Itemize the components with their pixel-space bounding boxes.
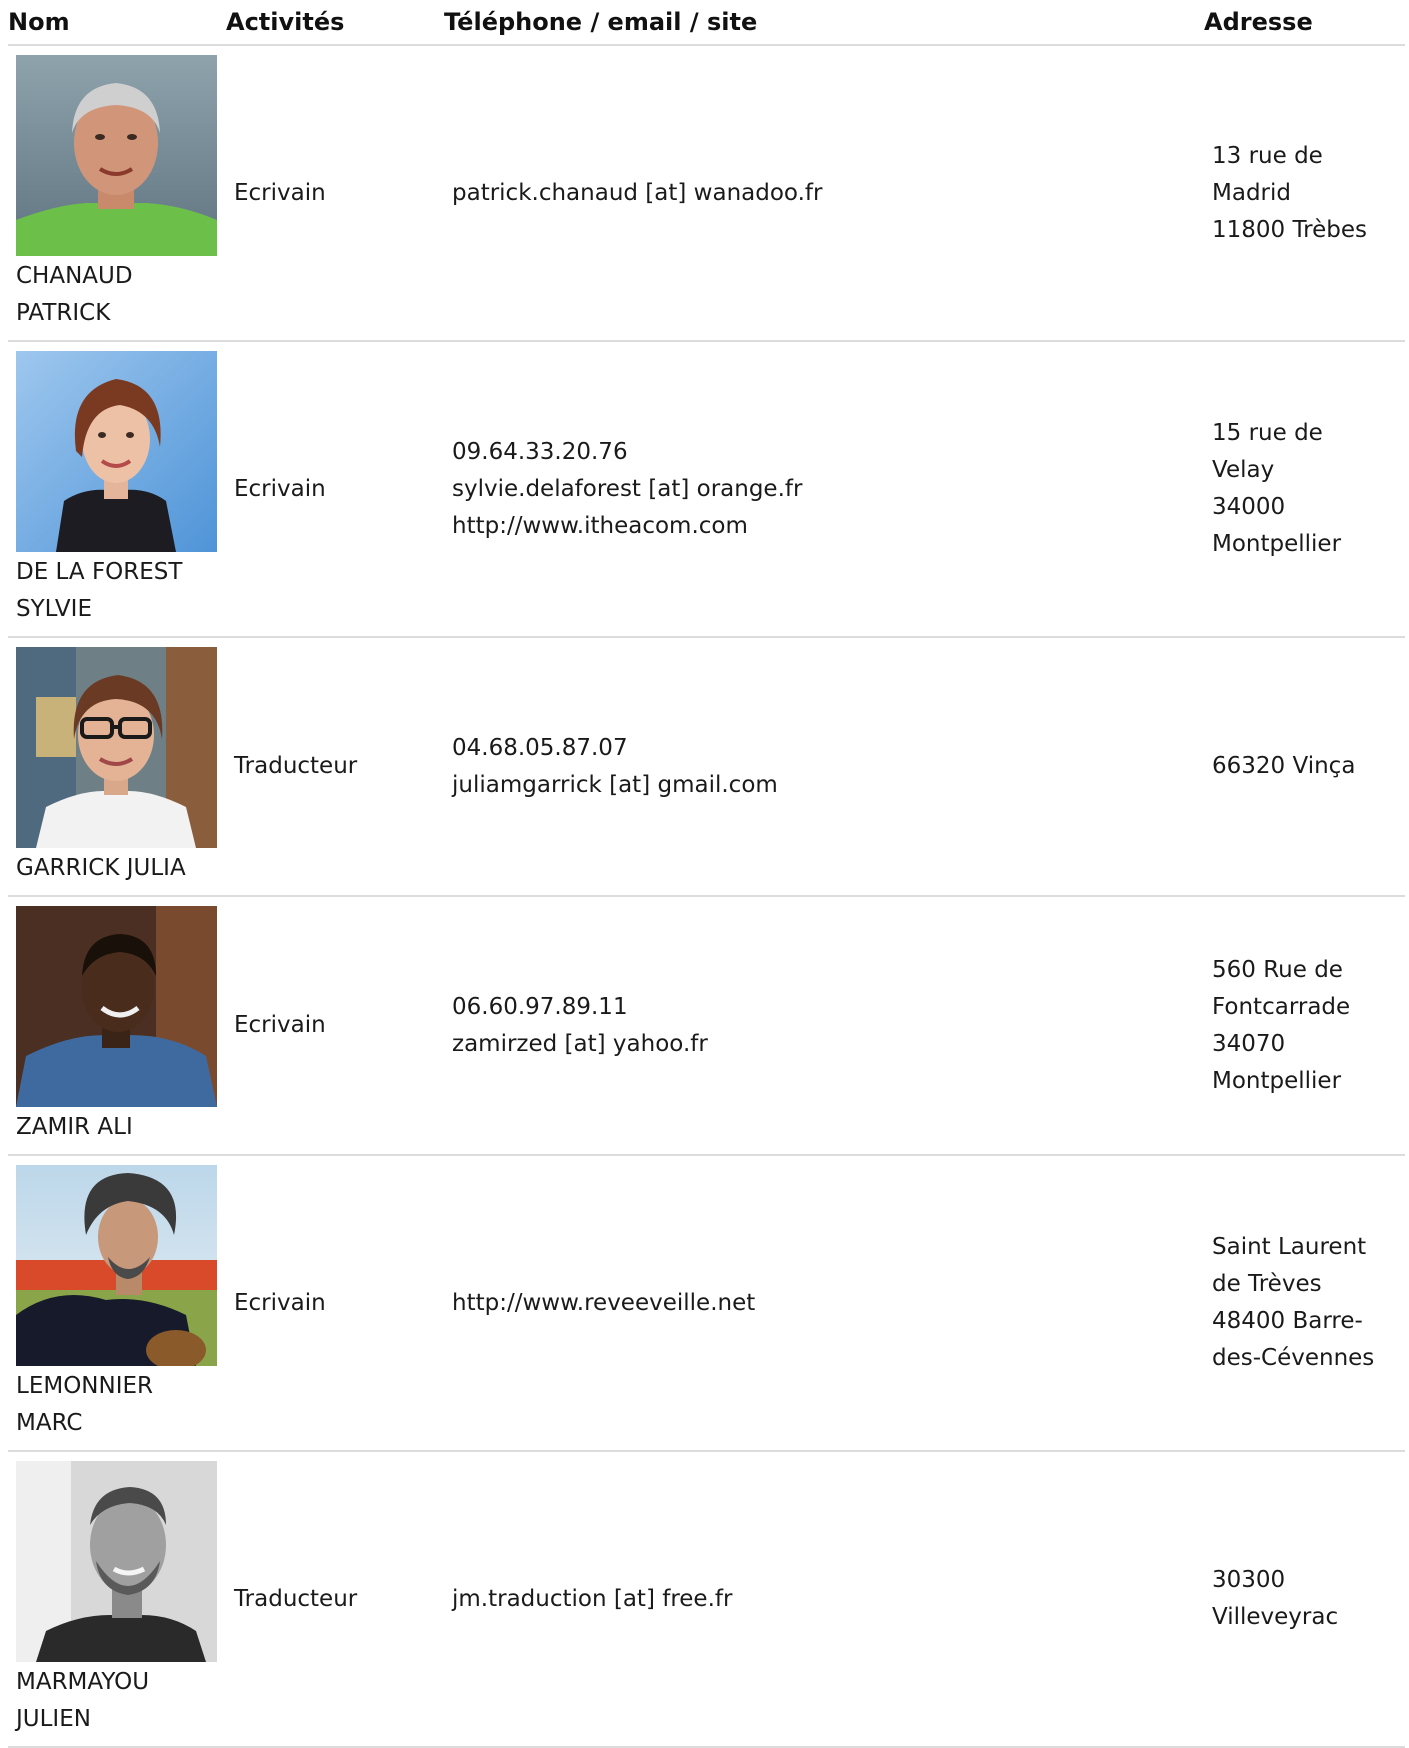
table-row: CHANAUD PATRICK Ecrivain patrick.chanaud… [8, 46, 1405, 342]
activity-cell: Ecrivain [226, 1156, 444, 1450]
address-cell: 15 rue de Velay 34000 Montpellier [1212, 420, 1342, 557]
activity-label: Traducteur [234, 1585, 358, 1612]
column-header-contact: Téléphone / email / site [444, 8, 758, 36]
address-cell: 30300 Villeveyrac [1212, 1567, 1339, 1630]
column-header-nom: Nom [8, 8, 70, 36]
member-photo [16, 647, 217, 848]
contact-cell: patrick.chanaud [at] wanadoo.fr [444, 46, 1204, 340]
member-name: DE LA FOREST SYLVIE [16, 559, 183, 622]
name-cell: DE LA FOREST SYLVIE [8, 342, 226, 636]
contact-cell: 09.64.33.20.76 sylvie.delaforest [at] or… [444, 342, 1204, 636]
name-cell: LEMONNIER MARC [8, 1156, 226, 1450]
address-cell: Saint Laurent de Trèves 48400 Barre- des… [1212, 1234, 1375, 1371]
table-row: LEMONNIER MARC Ecrivain http://www.revee… [8, 1156, 1405, 1452]
activity-label: Ecrivain [234, 475, 326, 502]
contact-cell: http://www.reveeveille.net [444, 1156, 1204, 1450]
email-text: zamirzed [at] yahoo.fr [452, 1030, 708, 1057]
member-photo [16, 906, 217, 1107]
table-row: MARMAYOU JULIEN Traducteur jm.traduction… [8, 1452, 1405, 1748]
address-cell: 560 Rue de Fontcarrade 34070 Montpellier [1212, 956, 1351, 1094]
activity-cell: Ecrivain [226, 342, 444, 636]
activity-label: Ecrivain [234, 179, 326, 206]
member-photo [16, 55, 217, 256]
contact-cell: jm.traduction [at] free.fr [444, 1452, 1204, 1746]
activity-label: Traducteur [234, 753, 358, 779]
member-photo [16, 1165, 217, 1366]
phone-text: 06.60.97.89.11 [452, 993, 628, 1020]
activity-label: Ecrivain [234, 1289, 326, 1316]
table-row: ZAMIR ALI Ecrivain 06.60.97.89.11 zamirz… [8, 897, 1405, 1156]
table-header-row: Nom Activités Téléphone / email / site A… [8, 0, 1405, 46]
email-text: juliamgarrick [at] gmail.com [452, 771, 778, 798]
contact-cell: 06.60.97.89.11 zamirzed [at] yahoo.fr [444, 897, 1204, 1154]
address-cell: 66320 Vinça [1212, 753, 1356, 779]
member-name: CHANAUD PATRICK [16, 263, 133, 326]
website-text: http://www.reveeveille.net [452, 1289, 756, 1316]
member-photo [16, 1461, 217, 1662]
name-cell: ZAMIR ALI [8, 897, 226, 1154]
member-name: ZAMIR ALI [16, 1114, 133, 1140]
contact-cell: 04.68.05.87.07 juliamgarrick [at] gmail.… [444, 638, 1204, 895]
member-name: LEMONNIER MARC [16, 1373, 154, 1436]
phone-text: 09.64.33.20.76 [452, 438, 628, 465]
member-directory-table: Nom Activités Téléphone / email / site A… [8, 0, 1405, 1748]
name-cell: GARRICK JULIA [8, 638, 226, 895]
email-text: patrick.chanaud [at] wanadoo.fr [452, 179, 823, 206]
email-text: jm.traduction [at] free.fr [452, 1585, 733, 1612]
table-row: DE LA FOREST SYLVIE Ecrivain 09.64.33.20… [8, 342, 1405, 638]
address-cell: 13 rue de Madrid 11800 Trèbes [1212, 142, 1367, 243]
activity-label: Ecrivain [234, 1012, 326, 1038]
activity-cell: Ecrivain [226, 897, 444, 1154]
table-row: GARRICK JULIA Traducteur 04.68.05.87.07 … [8, 638, 1405, 897]
member-name: MARMAYOU JULIEN [16, 1669, 150, 1732]
activity-cell: Traducteur [226, 638, 444, 895]
member-name: GARRICK JULIA [16, 855, 186, 881]
email-text: sylvie.delaforest [at] orange.fr [452, 475, 803, 502]
website-text: http://www.itheacom.com [452, 512, 748, 539]
column-header-adresse: Adresse [1204, 8, 1313, 36]
column-header-activites: Activités [226, 8, 345, 36]
name-cell: CHANAUD PATRICK [8, 46, 226, 340]
member-photo [16, 351, 217, 552]
activity-cell: Traducteur [226, 1452, 444, 1746]
activity-cell: Ecrivain [226, 46, 444, 340]
phone-text: 04.68.05.87.07 [452, 734, 628, 761]
name-cell: MARMAYOU JULIEN [8, 1452, 226, 1746]
